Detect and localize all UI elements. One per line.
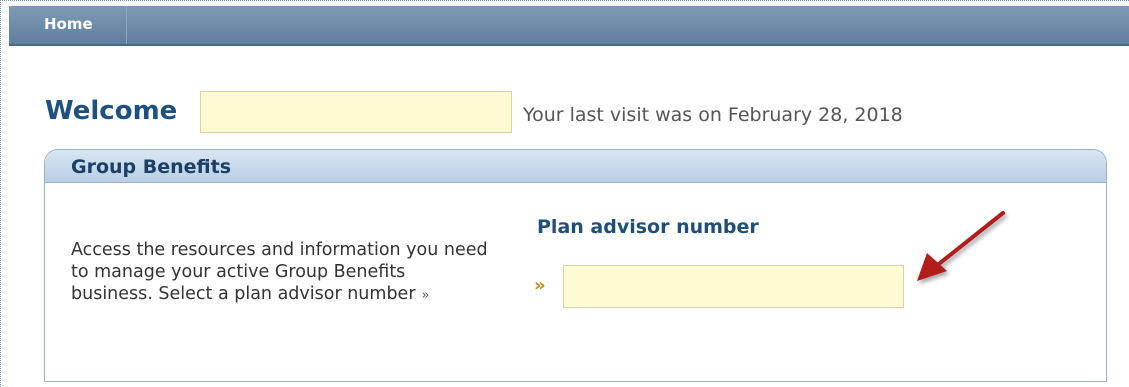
welcome-name-field bbox=[200, 91, 512, 133]
last-visit-text: Your last visit was on February 28, 2018 bbox=[523, 104, 903, 126]
nav-tab-home[interactable]: Home bbox=[28, 6, 127, 44]
red-arrow-icon bbox=[917, 211, 1005, 281]
plan-advisor-label: Plan advisor number bbox=[537, 216, 759, 238]
welcome-title: Welcome bbox=[45, 96, 178, 126]
double-chevron-right-icon: » bbox=[534, 275, 546, 296]
panel-description: Access the resources and information you… bbox=[71, 239, 491, 307]
select-plan-link-icon[interactable]: » bbox=[422, 288, 430, 303]
panel-header: Group Benefits bbox=[45, 150, 1106, 183]
top-nav-bar: Home bbox=[9, 6, 1129, 46]
plan-advisor-number-field[interactable] bbox=[563, 265, 904, 308]
panel-title: Group Benefits bbox=[71, 156, 232, 178]
